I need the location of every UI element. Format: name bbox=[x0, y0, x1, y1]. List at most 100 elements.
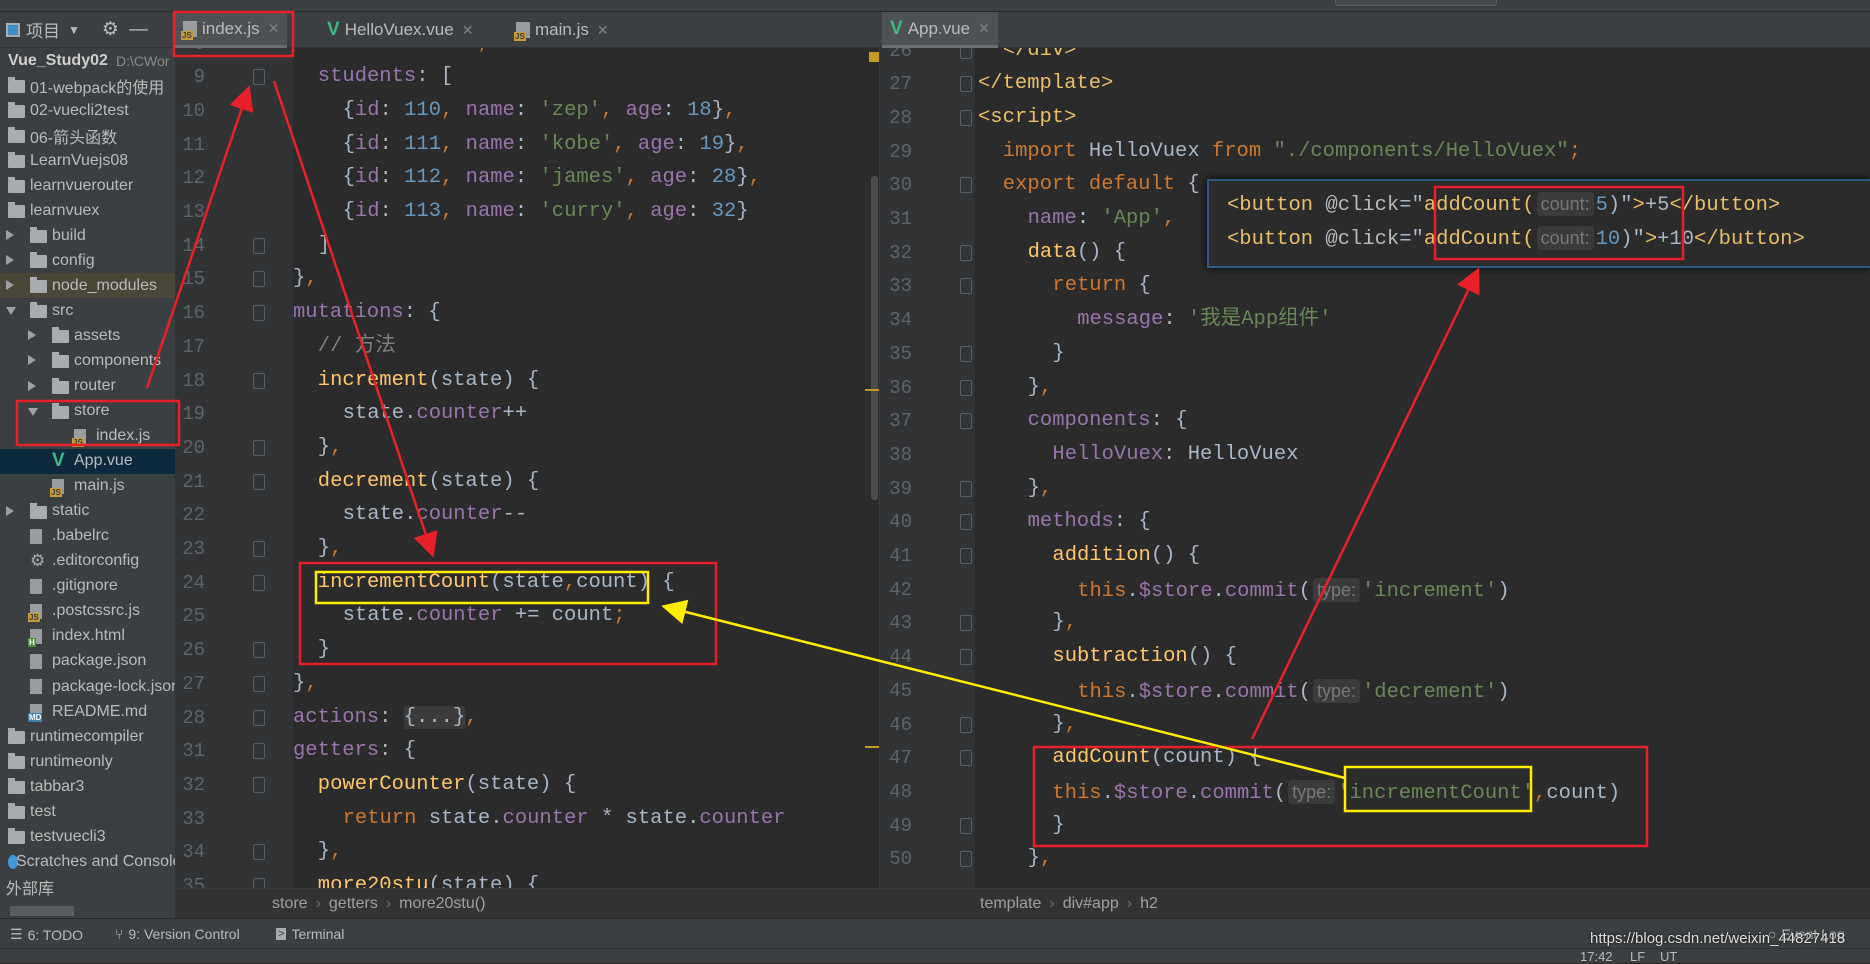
tree-item[interactable]: 01-webpack的使用 bbox=[0, 73, 175, 98]
tree-item[interactable]: V App.vue bbox=[0, 448, 175, 474]
fold-collapse-icon[interactable] bbox=[253, 541, 265, 557]
change-marker[interactable] bbox=[865, 746, 879, 748]
change-marker[interactable] bbox=[865, 389, 879, 391]
fold-collapse-icon[interactable] bbox=[960, 750, 972, 767]
collapsed-arrow-icon[interactable] bbox=[6, 280, 14, 291]
tree-item[interactable]: Scratches and Consoles bbox=[0, 849, 175, 874]
fold-collapse-icon[interactable] bbox=[960, 76, 972, 93]
tree-item[interactable]: src bbox=[0, 298, 175, 323]
tree-item[interactable]: learnvuerouter bbox=[0, 173, 175, 198]
fold-collapse-icon[interactable] bbox=[960, 716, 972, 733]
line-separator[interactable]: LF bbox=[1630, 949, 1645, 964]
tree-item[interactable]: 06-箭头函数 bbox=[0, 123, 175, 148]
fold-collapse-icon[interactable] bbox=[960, 177, 972, 194]
fold-collapse-icon[interactable] bbox=[960, 109, 972, 126]
fold-collapse-icon[interactable] bbox=[960, 48, 972, 59]
tree-item[interactable]: 02-vuecli2test bbox=[0, 98, 175, 123]
breadcrumb-item[interactable]: more20stu() bbox=[399, 895, 485, 913]
fold-collapse-icon[interactable] bbox=[253, 743, 265, 760]
fold-collapse-icon[interactable] bbox=[960, 480, 972, 497]
breadcrumb-item[interactable]: div#app bbox=[1063, 895, 1119, 913]
fold-collapse-icon[interactable] bbox=[960, 851, 972, 868]
add-configuration-button[interactable] bbox=[1335, 0, 1497, 6]
fold-collapse-icon[interactable] bbox=[253, 372, 265, 389]
tree-item[interactable]: testvuecli3 bbox=[0, 824, 175, 849]
tree-item[interactable]: components bbox=[0, 348, 175, 373]
tree-item[interactable]: runtimeonly bbox=[0, 749, 175, 774]
tab-hellovuex-vue[interactable]: V HelloVuex.vue ✕ bbox=[319, 12, 481, 48]
fold-collapse-icon[interactable] bbox=[960, 413, 972, 430]
tree-item[interactable]: main.js bbox=[0, 474, 175, 499]
fold-collapse-icon[interactable] bbox=[960, 615, 972, 632]
tree-item[interactable]: store bbox=[0, 399, 175, 424]
fold-collapse-icon[interactable] bbox=[253, 237, 265, 254]
tree-item[interactable]: ⚙ .editorconfig bbox=[0, 549, 175, 574]
collapsed-arrow-icon[interactable] bbox=[6, 255, 14, 266]
tree-item[interactable]: LearnVuejs08 bbox=[0, 148, 175, 173]
tree-item[interactable]: package.json bbox=[0, 649, 175, 674]
fold-collapse-icon[interactable] bbox=[253, 642, 265, 659]
tree-item[interactable]: Vue_Study02 D:\CWor bbox=[0, 48, 175, 73]
chevron-down-icon[interactable]: ▼ bbox=[68, 23, 80, 37]
fold-collapse-icon[interactable] bbox=[960, 514, 972, 531]
version-control-tool-button[interactable]: ⑂ 9: Version Control bbox=[115, 926, 240, 942]
fold-collapse-icon[interactable] bbox=[253, 439, 265, 456]
todo-tool-button[interactable]: ☰ 6: TODO bbox=[10, 926, 83, 943]
tree-item[interactable]: 外部库 bbox=[0, 874, 175, 899]
collapsed-arrow-icon[interactable] bbox=[28, 330, 36, 341]
close-icon[interactable]: ✕ bbox=[462, 22, 474, 39]
tree-item[interactable]: static bbox=[0, 499, 175, 524]
collapsed-arrow-icon[interactable] bbox=[28, 380, 36, 391]
collapsed-arrow-icon[interactable] bbox=[28, 355, 36, 366]
breadcrumb-item[interactable]: template bbox=[980, 895, 1041, 913]
file-encoding[interactable]: UT bbox=[1660, 949, 1677, 964]
tree-item[interactable]: index.js bbox=[0, 424, 175, 449]
close-icon[interactable]: ✕ bbox=[597, 22, 609, 39]
expanded-arrow-icon[interactable] bbox=[6, 307, 16, 316]
close-icon[interactable]: ✕ bbox=[268, 20, 280, 37]
expanded-arrow-icon[interactable] bbox=[28, 407, 38, 416]
breadcrumb-item[interactable]: store bbox=[272, 895, 308, 913]
tree-item[interactable]: README.md bbox=[0, 699, 175, 724]
folded-region[interactable]: {...} bbox=[403, 705, 466, 729]
fold-collapse-icon[interactable] bbox=[960, 649, 972, 666]
gear-icon[interactable]: ⚙ bbox=[102, 18, 119, 41]
minimize-icon[interactable]: — bbox=[129, 19, 148, 41]
fold-collapse-icon[interactable] bbox=[253, 305, 265, 322]
tree-item[interactable]: config bbox=[0, 248, 175, 273]
tree-item[interactable]: .gitignore bbox=[0, 574, 175, 599]
tab-main-js[interactable]: main.js ✕ bbox=[508, 12, 617, 48]
left-editor-scrollbar[interactable] bbox=[871, 176, 878, 500]
tree-item[interactable]: test bbox=[0, 799, 175, 824]
tree-item[interactable]: runtimecompiler bbox=[0, 724, 175, 749]
fold-collapse-icon[interactable] bbox=[960, 548, 972, 564]
tree-item[interactable]: build bbox=[0, 223, 175, 248]
caret-position[interactable]: 17:42 bbox=[1580, 949, 1613, 964]
fold-collapse-icon[interactable] bbox=[253, 271, 265, 288]
fold-collapse-icon[interactable] bbox=[960, 244, 972, 261]
tree-item[interactable]: assets bbox=[0, 323, 175, 348]
breadcrumb-item[interactable]: h2 bbox=[1140, 895, 1158, 913]
right-code-editor[interactable]: 26 </div> 27 </template> 28 <script> 29 import … bbox=[880, 48, 1870, 888]
tab-app-vue[interactable]: V App.vue ✕ bbox=[882, 12, 998, 48]
terminal-tool-button[interactable]: > Terminal bbox=[276, 926, 344, 942]
tree-item[interactable]: node_modules bbox=[0, 273, 175, 299]
fold-collapse-icon[interactable] bbox=[253, 69, 265, 86]
collapsed-arrow-icon[interactable] bbox=[6, 230, 14, 241]
fold-collapse-icon[interactable] bbox=[960, 278, 972, 295]
close-icon[interactable]: ✕ bbox=[978, 20, 990, 37]
collapsed-arrow-icon[interactable] bbox=[6, 505, 14, 516]
fold-collapse-icon[interactable] bbox=[960, 345, 972, 362]
fold-collapse-icon[interactable] bbox=[253, 574, 265, 591]
tree-item[interactable]: tabbar3 bbox=[0, 774, 175, 799]
warning-marker[interactable] bbox=[869, 52, 879, 62]
fold-collapse-icon[interactable] bbox=[960, 379, 972, 396]
tree-item[interactable]: router bbox=[0, 374, 175, 399]
project-view-title[interactable]: 项目 bbox=[26, 17, 60, 42]
fold-collapse-icon[interactable] bbox=[253, 675, 265, 692]
tree-item[interactable]: .babelrc bbox=[0, 524, 175, 549]
sidebar-scrollbar[interactable] bbox=[10, 906, 74, 916]
fold-expand-icon[interactable] bbox=[253, 709, 265, 726]
fold-collapse-icon[interactable] bbox=[253, 878, 265, 888]
tree-item[interactable]: package-lock.json bbox=[0, 674, 175, 699]
